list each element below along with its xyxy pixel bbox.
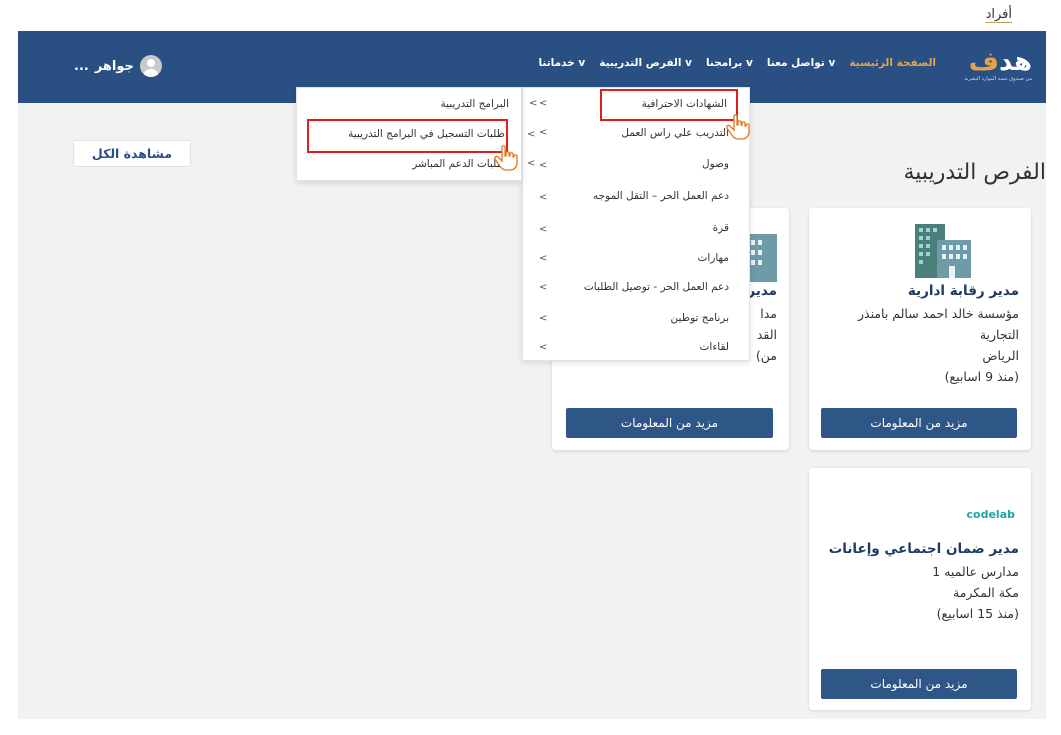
menu-arrow: < [539, 253, 548, 264]
highlight-box [600, 89, 738, 121]
card-date: (منذ 15 اسابيع) [936, 606, 1019, 621]
nav-training-opportunities[interactable]: الفرص التدريبية ⅴ [599, 57, 692, 69]
menu-item-tawteen[interactable]: برنامج توطين [671, 312, 729, 324]
individuals-link[interactable]: أفراد [986, 7, 1012, 22]
menu-arrow: < [539, 192, 548, 203]
nav-contact[interactable]: تواصل معنا ⅴ [767, 57, 835, 69]
bottom-strip [0, 719, 1061, 735]
menu-item-on-the-job-training[interactable]: التدريب علي راس العمل [621, 127, 729, 139]
section-title: الفرص التدريبية [903, 160, 1047, 185]
menu-arrow: < [539, 98, 548, 109]
building-icon [747, 234, 777, 282]
menu-item-freelance-directed-transport[interactable]: دعم العمل الحر – التقل الموجه [593, 190, 729, 202]
brand-tagline: من صندوق تنمية الموارد البشرية [964, 76, 1032, 82]
card-title[interactable]: مدير [747, 283, 777, 299]
menu-item-wusool[interactable]: وصول [702, 158, 729, 170]
card-title[interactable]: مدير رقابة ادارية [908, 283, 1019, 299]
opportunity-card: مدير رقابة ادارية مؤسسة خالد احمد سالم ب… [809, 208, 1031, 450]
programs-dropdown-menu: الشهادات الاحترافية < التدريب علي راس ال… [522, 87, 750, 361]
nav-services[interactable]: خدماتنا ⅴ [538, 57, 585, 69]
hand-pointer-icon [726, 114, 750, 140]
highlight-box [307, 119, 508, 153]
brand-logo[interactable]: هدف من صندوق تنمية الموارد البشرية [958, 43, 1034, 89]
more-info-button[interactable]: مزيد من المعلومات [821, 669, 1017, 699]
view-all-button[interactable]: مشاهدة الكل [73, 140, 191, 167]
card-company-cont: التجارية [979, 327, 1019, 342]
menu-arrow: < [527, 129, 536, 140]
card-company: مدارس عالميه 1 [932, 564, 1019, 579]
nav-home[interactable]: الصفحة الرئيسية [849, 57, 936, 69]
more-info-button[interactable]: مزيد من المعلومات [821, 408, 1017, 438]
submenu-item-direct-support-requests[interactable]: طلبات الدعم المباشر [412, 158, 505, 170]
card-title[interactable]: مدير ضمان اجتماعي وإعانات [829, 541, 1019, 557]
card-city: القد [756, 327, 777, 342]
building-icon [915, 224, 971, 278]
opportunity-card: codelab مدير ضمان اجتماعي وإعانات مدارس … [809, 468, 1031, 710]
card-city: الرياض [982, 348, 1019, 363]
user-more: ... [74, 58, 89, 74]
menu-arrow: < [527, 158, 536, 169]
user-menu[interactable]: ... جواهر [74, 55, 162, 77]
menu-item-maharat[interactable]: مهارات [697, 252, 729, 264]
company-logo: codelab [966, 508, 1015, 521]
top-strip: أفراد [0, 0, 1061, 30]
submenu-item-training-programs[interactable]: البرامج التدريبية [441, 98, 510, 110]
menu-arrow: < [539, 160, 548, 171]
menu-item-qurra[interactable]: قرة [713, 222, 729, 234]
card-company: مدا [760, 306, 777, 321]
avatar-icon [139, 55, 162, 77]
card-date: (من [755, 348, 777, 363]
card-city: مكة المكرمة [953, 585, 1019, 600]
nav-programs[interactable]: برامجنا ⅴ [706, 57, 753, 69]
menu-arrow: < [529, 98, 538, 109]
card-date: (منذ 9 اسابيع) [944, 369, 1019, 384]
hand-pointer-icon [494, 145, 518, 171]
menu-item-freelance-delivery[interactable]: دعم العمل الحر - توصيل الطلبات [584, 281, 729, 293]
menu-item-meetings[interactable]: لقاءات [700, 341, 729, 353]
menu-arrow: < [539, 342, 548, 353]
menu-arrow: < [539, 313, 548, 324]
brand-wordmark: هدف [968, 47, 1034, 77]
more-info-button[interactable]: مزيد من المعلومات [566, 408, 773, 438]
main-nav: الصفحة الرئيسية تواصل معنا ⅴ برامجنا ⅴ ا… [538, 57, 936, 69]
menu-arrow: < [539, 224, 548, 235]
card-company: مؤسسة خالد احمد سالم بامنذر [857, 306, 1019, 321]
menu-arrow: < [539, 127, 548, 138]
user-name: جواهر [94, 58, 134, 74]
menu-arrow: < [539, 282, 548, 293]
